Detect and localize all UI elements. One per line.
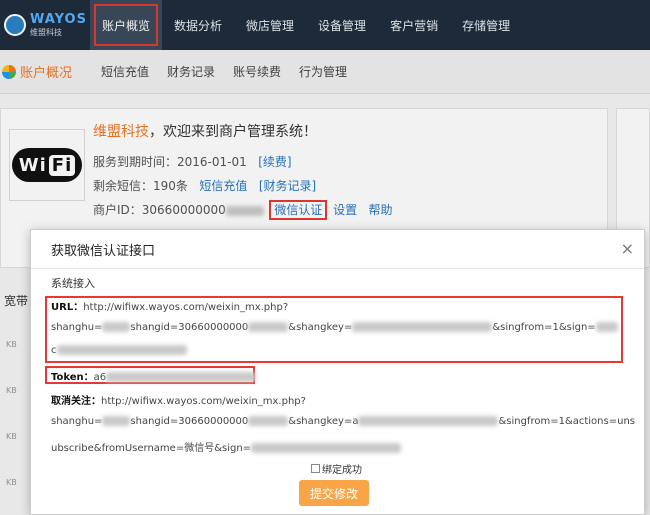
url-continuation: c bbox=[51, 345, 57, 356]
url-line-3: c bbox=[51, 345, 187, 356]
unsub-param-shangid: shangid=30660000000 bbox=[130, 416, 249, 427]
url-param-shangkey: &shangkey= bbox=[288, 322, 353, 333]
url-param-shangid: shangid=30660000000 bbox=[130, 322, 249, 333]
token-row: Token：a6 bbox=[51, 368, 257, 383]
redacted-value bbox=[102, 416, 131, 426]
submit-button[interactable]: 提交修改 bbox=[299, 480, 369, 506]
redacted-value bbox=[248, 322, 289, 332]
checkbox-icon[interactable] bbox=[311, 464, 320, 473]
unsubscribe-label: 取消关注： bbox=[51, 396, 101, 407]
token-value[interactable]: a6 bbox=[94, 372, 107, 383]
redacted-value bbox=[352, 322, 493, 332]
redacted-value bbox=[56, 345, 187, 355]
unsub-param-shangkey: &shangkey=a bbox=[288, 416, 359, 427]
unsubscribe-row: 取消关注：http://wifiwx.wayos.com/weixin_mx.p… bbox=[51, 392, 306, 407]
redacted-value bbox=[106, 372, 257, 382]
dialog-title: 获取微信认证接口 bbox=[31, 230, 644, 269]
url-param-shanghu: shanghu= bbox=[51, 322, 103, 333]
bind-success-label: 绑定成功 bbox=[322, 465, 362, 476]
url-row: URL：http://wifiwx.wayos.com/weixin_mx.ph… bbox=[51, 298, 288, 313]
unsubscribe-value[interactable]: http://wifiwx.wayos.com/weixin_mx.php? bbox=[101, 396, 306, 407]
wechat-auth-dialog: 获取微信认证接口 × 系统接入 URL：http://wifiwx.wayos.… bbox=[30, 229, 645, 515]
system-access-label: 系统接入 bbox=[51, 277, 95, 290]
redacted-value bbox=[358, 416, 499, 426]
unsubscribe-line-3: ubscribe&fromUsername=微信号&sign= bbox=[51, 439, 402, 454]
redacted-value bbox=[595, 322, 618, 332]
token-label: Token： bbox=[51, 372, 94, 383]
url-line-2: shanghu= shangid=30660000000 &shangkey= &si… bbox=[51, 322, 618, 333]
unsub-param-shanghu: shanghu= bbox=[51, 416, 103, 427]
redacted-value bbox=[102, 322, 131, 332]
unsubscribe-line-2: shanghu= shangid=30660000000 &shangkey=a &s… bbox=[51, 416, 635, 427]
unsub-param-actions: &singfrom=1&actions=uns bbox=[498, 416, 635, 427]
unsub-continuation: ubscribe&fromUsername=微信号&sign= bbox=[51, 443, 252, 454]
url-value[interactable]: http://wifiwx.wayos.com/weixin_mx.php? bbox=[83, 302, 288, 313]
url-param-singfrom: &singfrom=1&sign= bbox=[492, 322, 596, 333]
url-label: URL： bbox=[51, 302, 84, 313]
redacted-value bbox=[248, 416, 289, 426]
bind-success-checkbox[interactable]: 绑定成功 bbox=[311, 461, 362, 476]
redacted-value bbox=[251, 443, 402, 453]
close-icon[interactable]: × bbox=[621, 239, 634, 258]
